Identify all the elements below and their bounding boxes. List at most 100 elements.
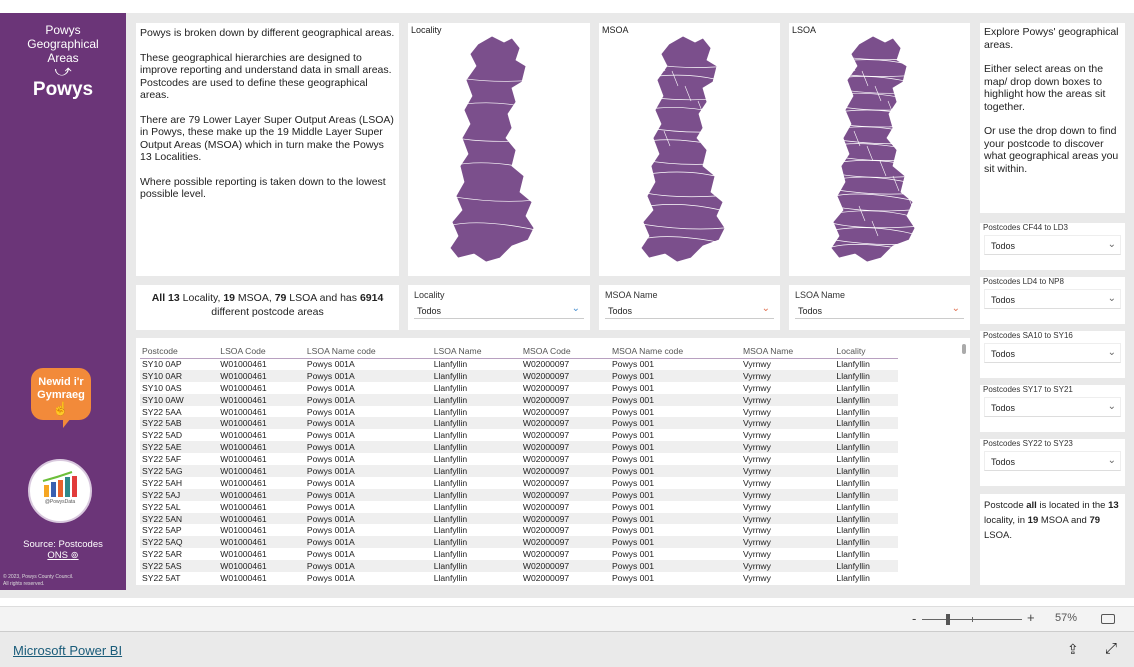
- table-cell: SY22 5AH: [142, 477, 183, 488]
- column-header[interactable]: MSOA Code: [520, 344, 610, 359]
- slicer-dropdown[interactable]: Todos ⌄: [605, 303, 774, 319]
- column-header[interactable]: LSOA Name: [431, 344, 521, 359]
- table-cell: SY22 5AG: [140, 465, 219, 477]
- zoom-slider[interactable]: [922, 614, 1022, 625]
- table-cell: W02000097: [520, 465, 610, 477]
- welsh-language-button[interactable]: Newid i'r Gymraeg ☝: [31, 368, 91, 428]
- table-cell: Powys 001: [609, 369, 742, 382]
- table-row[interactable]: SY22 5AL W01000461 Powys 001A Llanfyllin W02…: [140, 501, 898, 513]
- table-cell: Llanfyllin: [836, 430, 870, 441]
- table-cell: Powys 001: [609, 441, 742, 454]
- table-row[interactable]: SY10 0AS W01000461 Powys 001A Llanfyllin W02…: [140, 382, 898, 394]
- table-row[interactable]: SY22 5AJ W01000461 Powys 001A Llanfyllin W02…: [140, 488, 898, 501]
- powys-map-shape[interactable]: [408, 26, 588, 276]
- table-cell: Llanfyllin: [836, 525, 870, 536]
- table-row[interactable]: SY22 5AH W01000461 Powys 001A Llanfyllin W02…: [140, 477, 898, 489]
- table-cell: Powys 001: [611, 382, 654, 393]
- slicer-label: LSOA Name: [795, 290, 846, 300]
- powys-map-shape[interactable]: [789, 26, 969, 276]
- intro-paragraph: These geographical hierarchies are desig…: [140, 51, 392, 102]
- slicer-dropdown[interactable]: Todos ⌄: [984, 451, 1121, 471]
- msoa-map[interactable]: MSOA: [599, 23, 780, 276]
- table-cell: Llanfyllin: [836, 477, 870, 488]
- summary-text: LSOA and has: [286, 292, 360, 304]
- info-text: LSOA.: [984, 530, 1012, 541]
- slicer-dropdown[interactable]: Todos ⌄: [984, 397, 1121, 417]
- slicer-dropdown[interactable]: Todos ⌄: [414, 303, 584, 319]
- table-scrollbar[interactable]: [962, 344, 966, 354]
- column-header[interactable]: MSOA Name: [741, 344, 835, 359]
- table-row[interactable]: SY22 5AE W01000461 Powys 001A Llanfyllin W02…: [140, 441, 898, 454]
- slicer-dropdown[interactable]: Todos ⌄: [984, 289, 1121, 309]
- table-row[interactable]: SY22 5AF W01000461 Powys 001A Llanfyllin W02…: [140, 453, 898, 465]
- summary-text: MSOA,: [235, 292, 275, 304]
- share-icon[interactable]: ⇪: [1067, 641, 1079, 658]
- source-link[interactable]: ONS ⊚: [0, 550, 126, 561]
- slicer-dropdown[interactable]: Todos ⌄: [984, 235, 1121, 255]
- column-header[interactable]: Postcode: [140, 344, 219, 359]
- table-cell: Powys 001A: [306, 525, 355, 536]
- table-row[interactable]: SY22 5AT W01000461 Powys 001A Llanfyllin W02…: [140, 572, 898, 584]
- table-cell: Llanfyllin: [836, 572, 870, 583]
- fit-to-page-icon[interactable]: [1101, 614, 1115, 624]
- table-cell: W01000461: [218, 393, 305, 406]
- table-row[interactable]: SY22 5AP W01000461 Powys 001A Llanfyllin W02…: [140, 524, 898, 536]
- table-cell: SY22 5AN: [140, 512, 219, 525]
- table-cell: Llanfyllin: [834, 441, 898, 454]
- table-cell: W01000461: [220, 549, 267, 560]
- column-header[interactable]: LSOA Name code: [304, 344, 432, 359]
- chevron-down-icon: ⌄: [1107, 293, 1116, 304]
- table-row[interactable]: SY22 5AQ W01000461 Powys 001A Llanfyllin W02…: [140, 536, 898, 549]
- column-header[interactable]: LSOA Code: [218, 344, 305, 359]
- chevron-down-icon: ⌄: [1107, 239, 1116, 250]
- info-msoa-count: 19: [1027, 515, 1039, 526]
- bird-icon: ⤻: [54, 63, 72, 80]
- postcode-slicer: Postcodes SY22 to SY23 Todos ⌄: [980, 439, 1125, 486]
- table-row[interactable]: SY10 0AW W01000461 Powys 001A Llanfyllin W02…: [140, 393, 898, 406]
- table-cell: Vyrnwy: [741, 512, 835, 525]
- zoom-in-button[interactable]: +: [1027, 610, 1035, 625]
- powys-data-badge[interactable]: @PowysData: [28, 459, 92, 523]
- slicer-dropdown[interactable]: Todos ⌄: [795, 303, 964, 319]
- table-cell: Powys 001A: [304, 512, 432, 525]
- table-row[interactable]: SY10 0AP W01000461 Powys 001A Llanfyllin W02…: [140, 358, 898, 370]
- table-row[interactable]: SY22 5AS W01000461 Powys 001A Llanfyllin W02…: [140, 560, 898, 573]
- summary-text: Locality,: [179, 292, 224, 304]
- table-cell: W01000461: [218, 465, 305, 477]
- table-cell: Vyrnwy: [743, 525, 771, 536]
- zoom-out-button[interactable]: -: [912, 611, 916, 626]
- table-row[interactable]: SY22 5AA W01000461 Powys 001A Llanfyllin W02…: [140, 406, 898, 418]
- locality-map[interactable]: Locality: [408, 23, 590, 276]
- table-cell: W01000461: [220, 477, 267, 488]
- zoom-slider-thumb[interactable]: [946, 614, 950, 625]
- chevron-down-icon: ⌄: [761, 303, 770, 314]
- table-cell: Powys 001: [609, 465, 742, 477]
- table-row[interactable]: SY22 5AG W01000461 Powys 001A Llanfyllin W02…: [140, 465, 898, 477]
- table-cell: W02000097: [520, 441, 610, 454]
- table-row[interactable]: SY10 0AR W01000461 Powys 001A Llanfyllin W02…: [140, 369, 898, 382]
- powys-map-shape[interactable]: [599, 26, 779, 276]
- summary-all: All: [151, 292, 166, 304]
- table-row[interactable]: SY22 5AN W01000461 Powys 001A Llanfyllin W02…: [140, 512, 898, 525]
- slicer-dropdown[interactable]: Todos ⌄: [984, 343, 1121, 363]
- table-row[interactable]: SY22 5AD W01000461 Powys 001A Llanfyllin W02…: [140, 429, 898, 441]
- table-cell: SY22 5AA: [142, 406, 182, 417]
- table-cell: W01000461: [220, 454, 267, 465]
- table-row[interactable]: SY22 5AR W01000461 Powys 001A Llanfyllin W02…: [140, 548, 898, 560]
- speech-tail: [63, 418, 71, 428]
- table-cell: Powys 001A: [304, 393, 432, 406]
- table-cell: Powys 001A: [306, 359, 355, 370]
- table-cell: Llanfyllin: [834, 488, 898, 501]
- table-cell: Llanfyllin: [433, 406, 468, 417]
- fullscreen-icon[interactable]: ⤢: [1105, 640, 1117, 657]
- power-bi-link[interactable]: Microsoft Power BI: [13, 643, 122, 658]
- table-cell: Llanfyllin: [431, 417, 521, 430]
- copyright-line: All rights reserved.: [3, 581, 45, 587]
- table-cell: Llanfyllin: [433, 572, 468, 583]
- table-cell: Vyrnwy: [743, 359, 771, 370]
- table-row[interactable]: SY22 5AB W01000461 Powys 001A Llanfyllin W02…: [140, 417, 898, 430]
- lsoa-map[interactable]: LSOA: [789, 23, 970, 276]
- column-header[interactable]: MSOA Name code: [609, 344, 742, 359]
- link-icon: ⊚: [70, 550, 79, 561]
- column-header[interactable]: Locality: [834, 344, 898, 359]
